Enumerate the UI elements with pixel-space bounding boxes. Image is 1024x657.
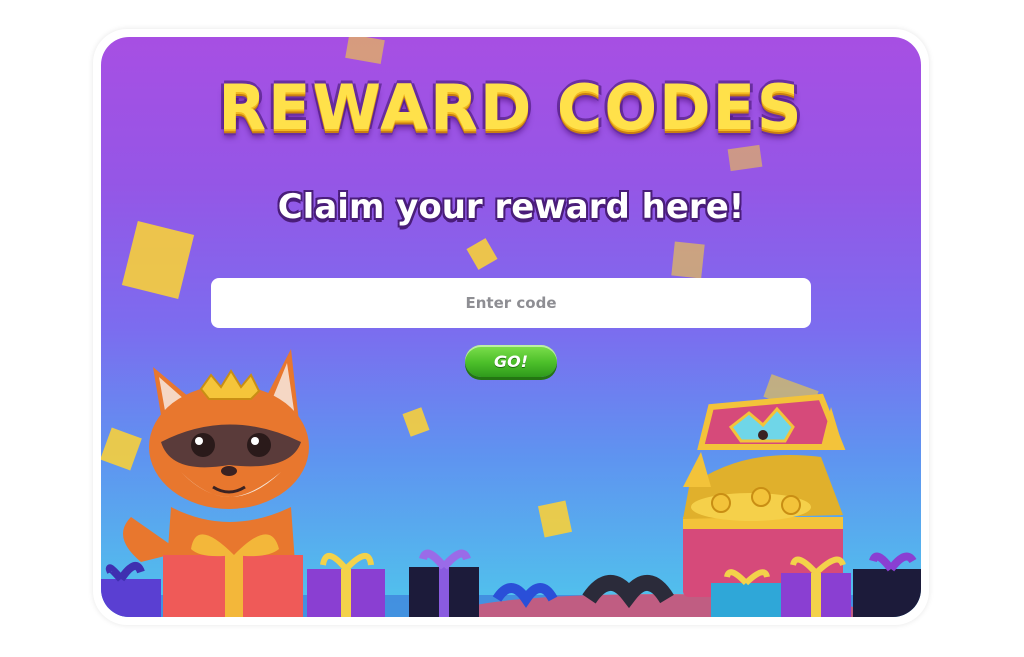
confetti-icon (727, 144, 763, 172)
gift-box-icon (853, 552, 921, 617)
illustration-scene (101, 349, 921, 617)
subtitle: Claim your reward here! (277, 187, 745, 227)
page-title: REWARD CODES (218, 71, 804, 144)
confetti-icon (466, 238, 498, 270)
confetti-icon (345, 37, 385, 64)
gift-box-icon (409, 549, 479, 617)
confetti-icon (121, 220, 195, 300)
gift-box-icon (307, 553, 385, 617)
confetti-icon (671, 241, 705, 279)
reward-panel: REWARD CODES Claim your reward here! GO! (101, 37, 921, 617)
code-input[interactable] (211, 278, 811, 328)
gift-box-icon (101, 561, 161, 617)
